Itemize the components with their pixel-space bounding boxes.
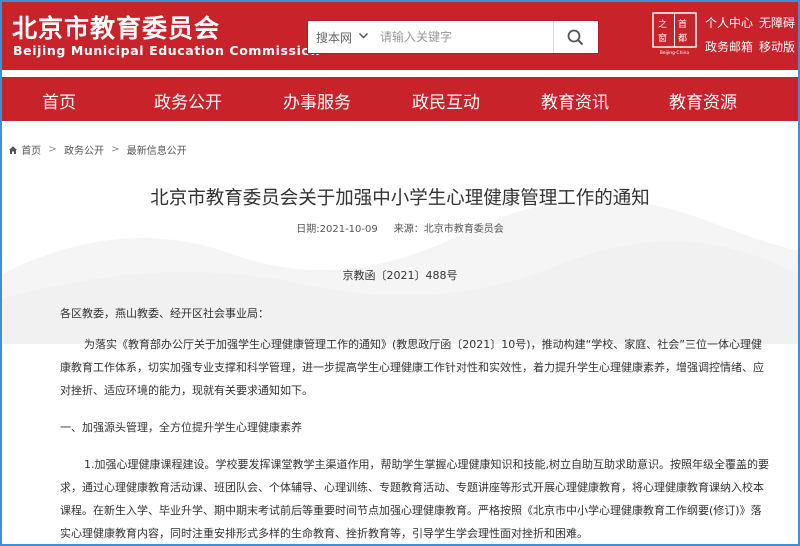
nav-item-services[interactable]: 办事服务 bbox=[283, 88, 351, 113]
page-frame: 北京市教育委员会 Beijing Municipal Education Com… bbox=[0, 0, 800, 546]
section-heading: 一、加强源头管理，全方位提升学生心理健康素养 bbox=[60, 421, 302, 434]
site-header: 北京市教育委员会 Beijing Municipal Education Com… bbox=[2, 2, 798, 70]
nav-item-news[interactable]: 教育资讯 bbox=[541, 88, 609, 113]
paragraph-line: 对挫折、适应环境的能力，现就有关要求通知如下。 bbox=[60, 384, 313, 397]
article-salutation: 各区教委，燕山教委、经开区社会事业局： bbox=[60, 307, 269, 320]
search-scope-select[interactable]: 搜本网 bbox=[316, 29, 352, 46]
paragraph-line: 实心理健康教育内容，同时注重安排形式多样的生命教育、挫折教育等，引导学生学会理性… bbox=[60, 527, 588, 540]
capital-seal-logo: 之 首 窗 都 Beijing·China bbox=[652, 12, 697, 56]
article-meta: 日期:2021-10-09 来源：北京市教育委员会 bbox=[2, 220, 798, 235]
article-title: 北京市教育委员会关于加强中小学生心理健康管理工作的通知 bbox=[150, 188, 650, 209]
svg-text:窗: 窗 bbox=[658, 32, 667, 44]
svg-text:Beijing·China: Beijing·China bbox=[660, 50, 690, 56]
nav-item-resources[interactable]: 教育资源 bbox=[669, 88, 737, 113]
breadcrumb-separator: > bbox=[48, 144, 57, 155]
main-nav: 首页 政务公开 办事服务 政民互动 教育资讯 教育资源 bbox=[2, 77, 798, 121]
search-icon bbox=[567, 29, 584, 46]
breadcrumb-separator: > bbox=[111, 144, 120, 155]
breadcrumb: 首页 > 政务公开 > 最新信息公开 bbox=[8, 142, 187, 157]
search-input[interactable] bbox=[380, 27, 548, 47]
breadcrumb-latest[interactable]: 最新信息公开 bbox=[127, 146, 187, 157]
svg-text:首: 首 bbox=[678, 18, 687, 30]
paragraph-line: 康教育工作体系，切实加强专业支撑和科学管理，进一步提高学生心理健康工作针对性和实… bbox=[60, 361, 764, 374]
breadcrumb-home[interactable]: 首页 bbox=[21, 146, 41, 157]
chevron-down-icon[interactable] bbox=[358, 30, 369, 41]
paragraph-line: 1.加强心理健康课程建设。学校要发挥课堂教学主渠道作用，帮助学生掌握心理健康知识… bbox=[84, 458, 769, 471]
mobile-version-link[interactable]: 移动版 bbox=[759, 38, 795, 55]
document-number: 京教函〔2021〕488号 bbox=[342, 269, 458, 282]
svg-text:都: 都 bbox=[678, 33, 687, 44]
home-icon bbox=[9, 145, 17, 154]
article-content: 首页 > 政务公开 > 最新信息公开 北京市教育委员会关于加强中小学生心理健康管… bbox=[2, 124, 798, 544]
site-logo-title[interactable]: 北京市教育委员会 bbox=[12, 9, 220, 45]
paragraph-line: 为落实《教育部办公厅关于加强学生心理健康管理工作的通知》(教思政厅函〔2021〕… bbox=[84, 338, 762, 351]
paragraph-line: 课程。在新生入学、毕业升学、期中期末考试前后等重要时间节点加强心理健康教育。严格… bbox=[60, 504, 762, 517]
nav-item-home[interactable]: 首页 bbox=[42, 88, 76, 113]
personal-center-link[interactable]: 个人中心 bbox=[705, 14, 753, 31]
search-button[interactable] bbox=[553, 21, 598, 53]
article-date: 日期:2021-10-09 bbox=[296, 224, 378, 235]
nav-item-gov-info[interactable]: 政务公开 bbox=[154, 88, 222, 113]
gov-mail-link[interactable]: 政务邮箱 bbox=[705, 38, 753, 55]
svg-text:之: 之 bbox=[658, 18, 667, 30]
search-box: 搜本网 bbox=[307, 20, 599, 54]
article-source: 来源：北京市教育委员会 bbox=[393, 224, 504, 235]
nav-item-interaction[interactable]: 政民互动 bbox=[412, 88, 480, 113]
accessibility-link[interactable]: 无障碍 bbox=[759, 14, 795, 31]
breadcrumb-gov-info[interactable]: 政务公开 bbox=[64, 146, 104, 157]
site-logo-subtitle: Beijing Municipal Education Commission bbox=[13, 43, 321, 58]
paragraph-line: 求，通过心理健康教育活动课、班团队会、个体辅导、心理训练、专题教育活动、专题讲座… bbox=[60, 481, 764, 494]
